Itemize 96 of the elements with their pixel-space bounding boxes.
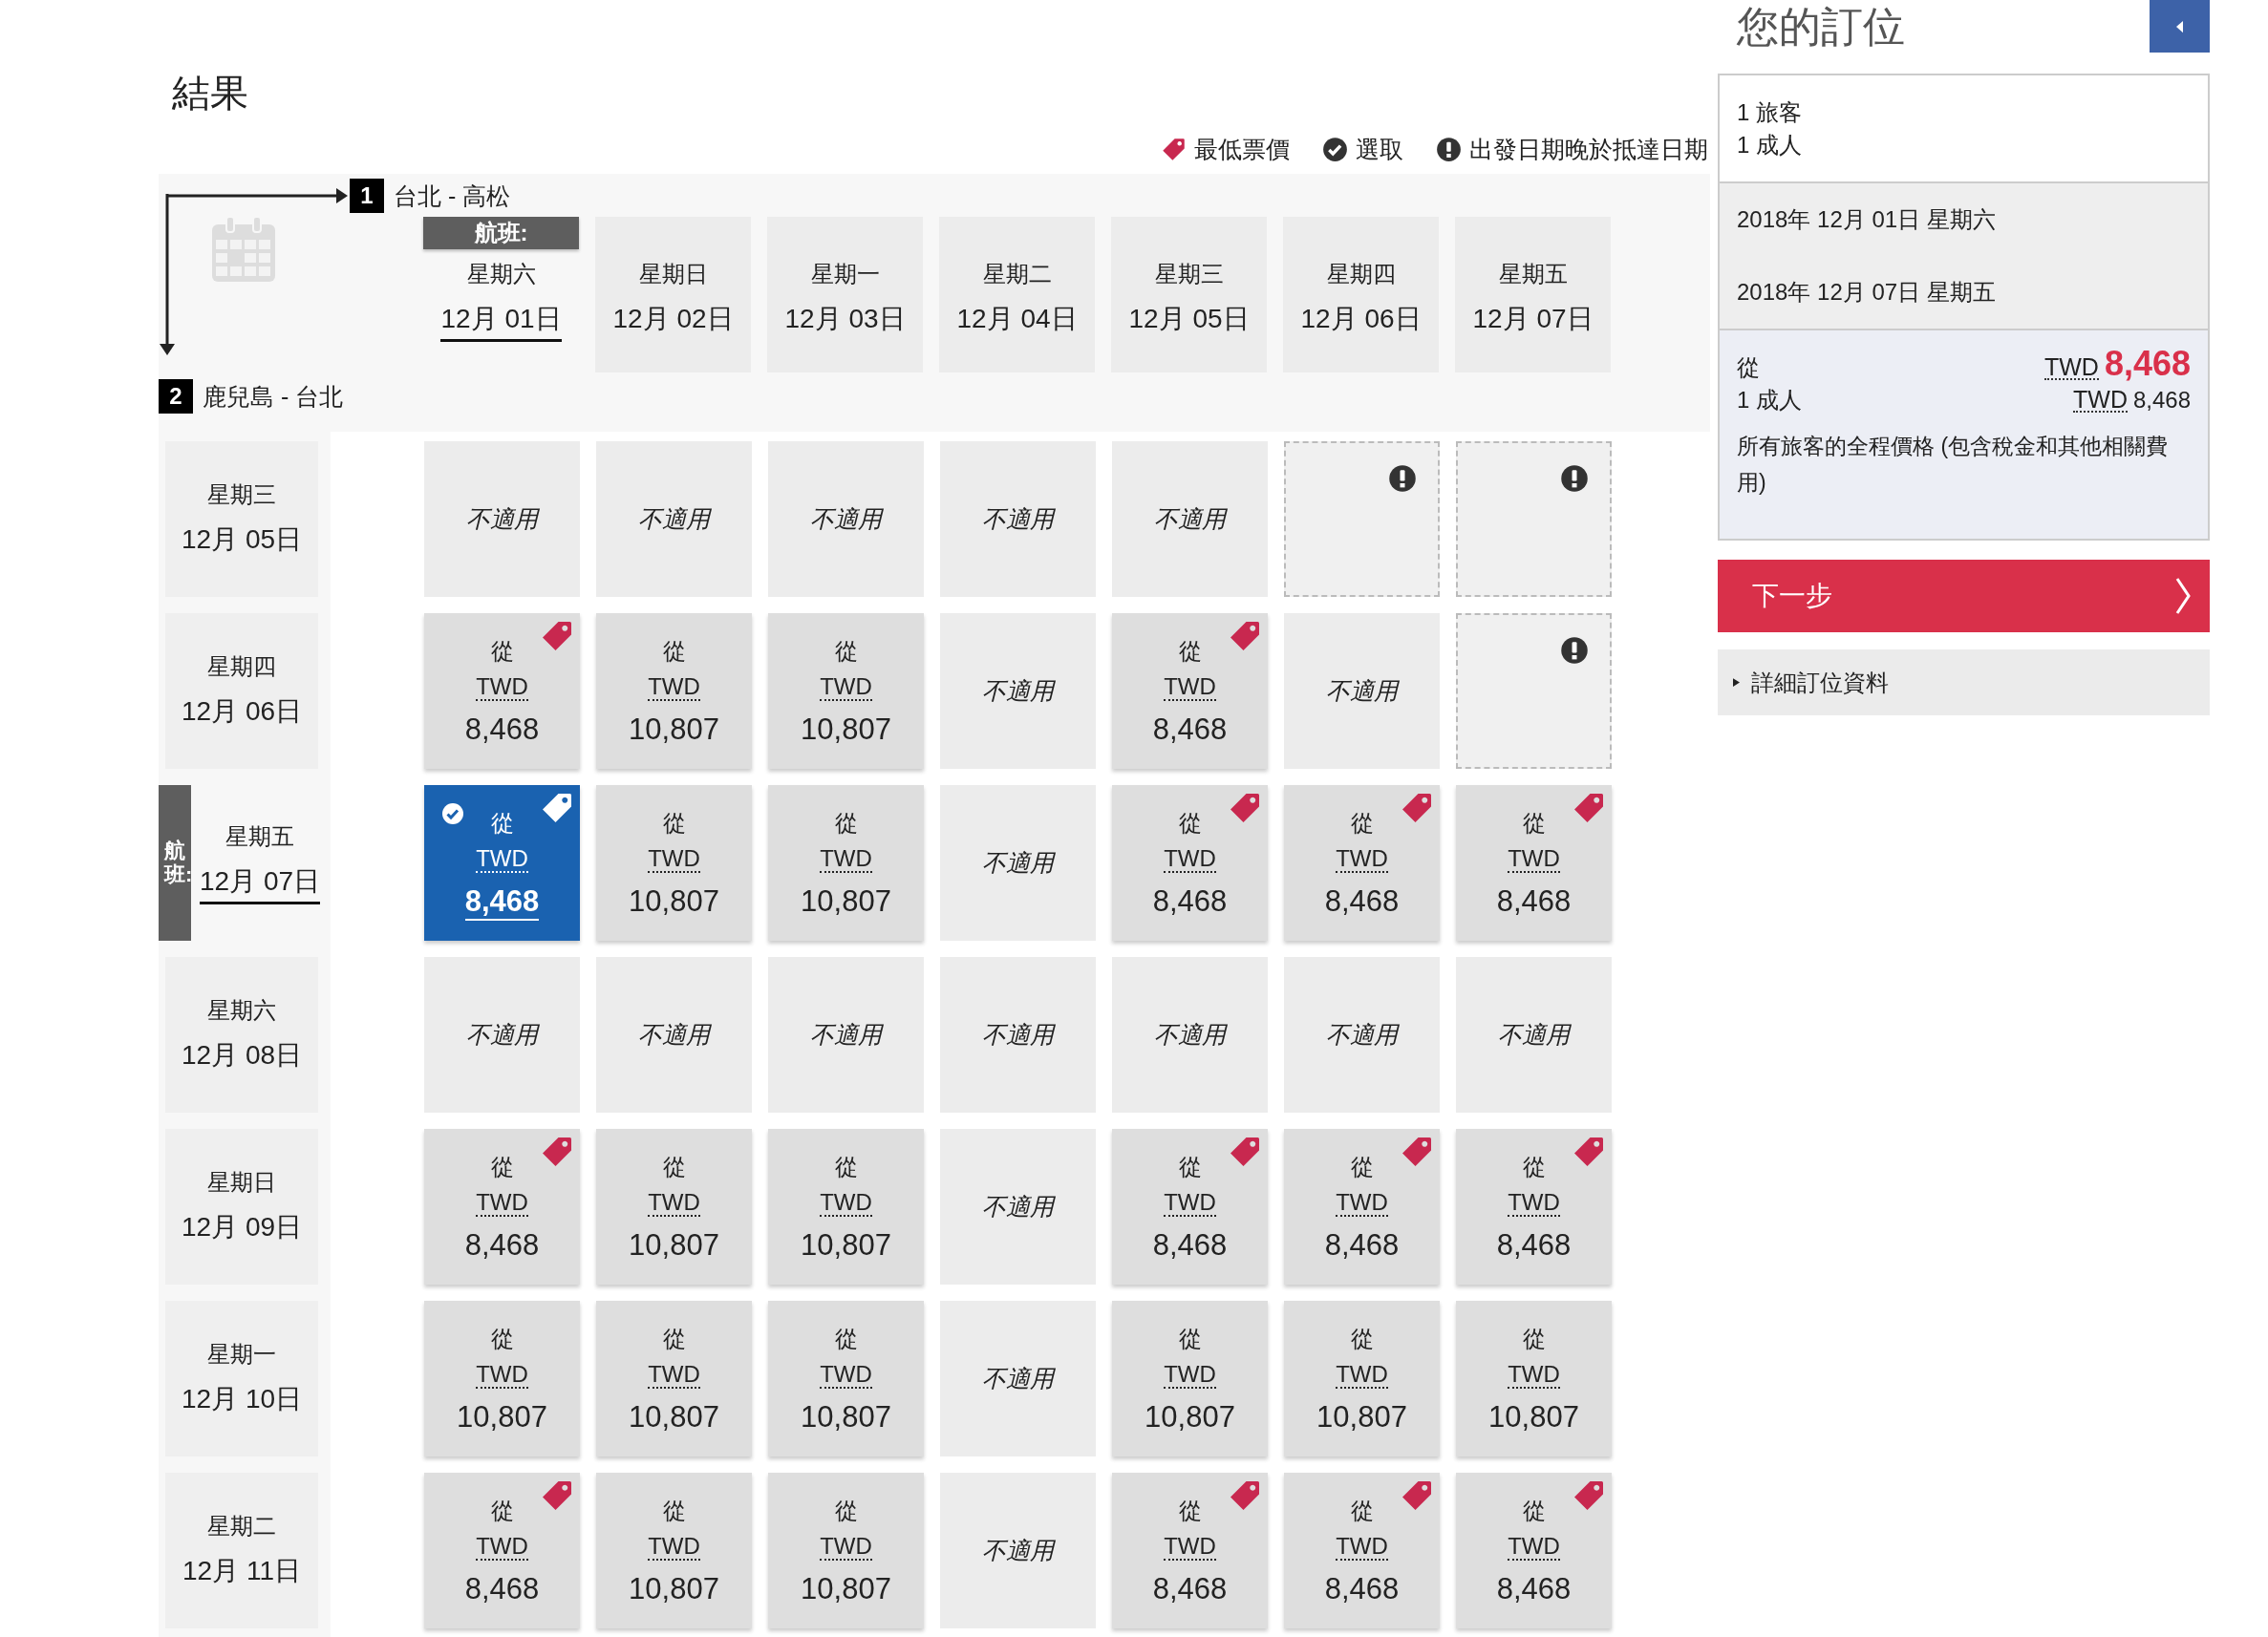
fare-cell[interactable]: 從 TWD 8,468 <box>1284 1473 1440 1628</box>
chevron-right-icon <box>2173 577 2193 615</box>
exclamation-icon <box>1388 464 1417 493</box>
unavailable-cell: 不適用 <box>940 785 1096 941</box>
route-label: 台北 - 高松 <box>394 181 511 211</box>
exclamation-icon <box>1560 464 1589 493</box>
flight-marker: 航班: <box>423 217 579 249</box>
flight-marker-tooltip: 航班: <box>159 785 191 941</box>
fare-cell[interactable]: 從 TWD 8,468 <box>424 785 580 941</box>
date-tab[interactable]: 星期二 12月 04日 <box>939 217 1095 372</box>
fare-cell[interactable]: 從 TWD 10,807 <box>768 613 924 769</box>
unavailable-cell: 不適用 <box>1112 957 1268 1113</box>
route-label: 鹿兒島 - 台北 <box>203 381 344 412</box>
unavailable-cell: 不適用 <box>940 1473 1096 1628</box>
fare-cell[interactable]: 從 TWD 8,468 <box>1112 1473 1268 1628</box>
collapse-button[interactable] <box>2150 0 2210 53</box>
fare-cell[interactable]: 從 TWD 8,468 <box>1112 1129 1268 1285</box>
fare-cell[interactable]: 從 TWD 10,807 <box>768 1301 924 1456</box>
passenger-text: 1 旅客 <box>1737 97 1803 127</box>
check-circle-icon <box>1322 136 1348 162</box>
route-number: 2 <box>159 379 193 414</box>
unavailable-cell: 不適用 <box>768 441 924 597</box>
fare-cell[interactable]: 從 TWD 10,807 <box>596 1473 752 1628</box>
flight-date: 2018年 12月 01日 星期六 <box>1737 205 1997 234</box>
booking-title: 您的訂位 <box>1736 2 1905 52</box>
unavailable-cell: 不適用 <box>940 441 1096 597</box>
date-tab[interactable]: 星期四 12月 06日 <box>165 613 318 769</box>
next-button[interactable]: 下一步 <box>1718 560 2210 632</box>
date-tab[interactable]: 星期四 12月 06日 <box>1283 217 1439 372</box>
date-tab[interactable]: 星期六 12月 08日 <box>165 957 318 1113</box>
date-tab[interactable]: 航班: 星期六 12月 01日 <box>423 217 579 372</box>
date-tab[interactable]: 星期五 12月 07日 <box>193 785 327 941</box>
unavailable-cell: 不適用 <box>1112 441 1268 597</box>
calendar-icon <box>210 215 277 284</box>
price-note: 所有旅客的全程價格 (包含稅金和其他相關費用) <box>1737 433 2170 497</box>
unavailable-cell: 不適用 <box>940 1129 1096 1285</box>
fare-cell[interactable]: 從 TWD 10,807 <box>768 1129 924 1285</box>
fare-cell[interactable]: 從 TWD 8,468 <box>424 1473 580 1628</box>
fare-cell[interactable]: 從 TWD 10,807 <box>596 785 752 941</box>
fare-cell[interactable]: 從 TWD 10,807 <box>768 1473 924 1628</box>
passenger-label: 1 成人 <box>1737 386 1802 415</box>
passenger-text: 1 成人 <box>1737 130 1803 159</box>
from-label: 從 <box>1737 353 1760 382</box>
tag-icon <box>1161 136 1187 162</box>
route-number: 1 <box>350 179 384 213</box>
total-price: 8,468 <box>2104 344 2191 384</box>
fare-cell[interactable]: 從 TWD 10,807 <box>1456 1301 1612 1456</box>
date-tab[interactable]: 星期一 12月 03日 <box>767 217 923 372</box>
unavailable-cell: 不適用 <box>424 441 580 597</box>
currency-label: TWD <box>2073 388 2128 413</box>
fare-cell[interactable]: 從 TWD 10,807 <box>424 1301 580 1456</box>
fare-cell[interactable]: 從 TWD 10,807 <box>596 613 752 769</box>
triangle-right-icon <box>1733 678 1740 687</box>
passenger-price: 8,468 <box>2132 387 2191 414</box>
fare-cell[interactable]: 從 TWD 10,807 <box>596 1129 752 1285</box>
unavailable-cell: 不適用 <box>940 1301 1096 1456</box>
unavailable-cell: 不適用 <box>424 957 580 1113</box>
details-toggle[interactable]: 詳細訂位資料 <box>1718 649 2210 715</box>
date-tab[interactable]: 星期五 12月 07日 <box>1455 217 1611 372</box>
unavailable-cell: 不適用 <box>1456 957 1612 1113</box>
fare-cell[interactable]: 從 TWD 10,807 <box>1284 1301 1440 1456</box>
fare-cell[interactable]: 從 TWD 8,468 <box>1112 613 1268 769</box>
date-tab[interactable]: 星期日 12月 09日 <box>165 1129 318 1285</box>
unavailable-cell: 不適用 <box>596 441 752 597</box>
fare-cell[interactable]: 從 TWD 8,468 <box>1456 1129 1612 1285</box>
triangle-left-icon <box>2175 19 2184 33</box>
fare-cell[interactable]: 從 TWD 10,807 <box>768 785 924 941</box>
fare-cell[interactable]: 從 TWD 8,468 <box>1284 1129 1440 1285</box>
check-circle-icon <box>441 802 464 825</box>
legend-label: 出發日期晚於抵達日期 <box>1469 134 1708 164</box>
unavailable-cell: 不適用 <box>940 957 1096 1113</box>
legend-label: 最低票價 <box>1194 134 1290 164</box>
flight-date: 2018年 12月 07日 星期五 <box>1737 278 1997 307</box>
date-tab[interactable]: 星期二 12月 11日 <box>165 1473 318 1628</box>
date-tab[interactable]: 星期三 12月 05日 <box>1111 217 1267 372</box>
page-title: 結果 <box>171 71 249 116</box>
fare-cell[interactable]: 從 TWD 10,807 <box>1112 1301 1268 1456</box>
date-tab[interactable]: 星期一 12月 10日 <box>165 1301 318 1456</box>
unavailable-cell: 不適用 <box>940 613 1096 769</box>
exclamation-icon <box>1436 136 1462 162</box>
date-tab[interactable]: 星期三 12月 05日 <box>165 441 318 597</box>
fare-cell[interactable]: 從 TWD 8,468 <box>1456 1473 1612 1628</box>
unavailable-cell: 不適用 <box>596 957 752 1113</box>
fare-cell[interactable]: 從 TWD 8,468 <box>1456 785 1612 941</box>
fare-cell[interactable]: 從 TWD 8,468 <box>424 613 580 769</box>
fare-cell[interactable]: 從 TWD 10,807 <box>596 1301 752 1456</box>
unavailable-cell: 不適用 <box>1284 957 1440 1113</box>
currency-label: TWD <box>2044 355 2099 380</box>
exclamation-icon <box>1560 636 1589 665</box>
fare-cell[interactable]: 從 TWD 8,468 <box>1112 785 1268 941</box>
unavailable-cell: 不適用 <box>1284 613 1440 769</box>
legend-label: 選取 <box>1356 134 1403 164</box>
fare-cell[interactable]: 從 TWD 8,468 <box>1284 785 1440 941</box>
date-tab[interactable]: 星期日 12月 02日 <box>595 217 751 372</box>
fare-cell[interactable]: 從 TWD 8,468 <box>424 1129 580 1285</box>
unavailable-cell: 不適用 <box>768 957 924 1113</box>
